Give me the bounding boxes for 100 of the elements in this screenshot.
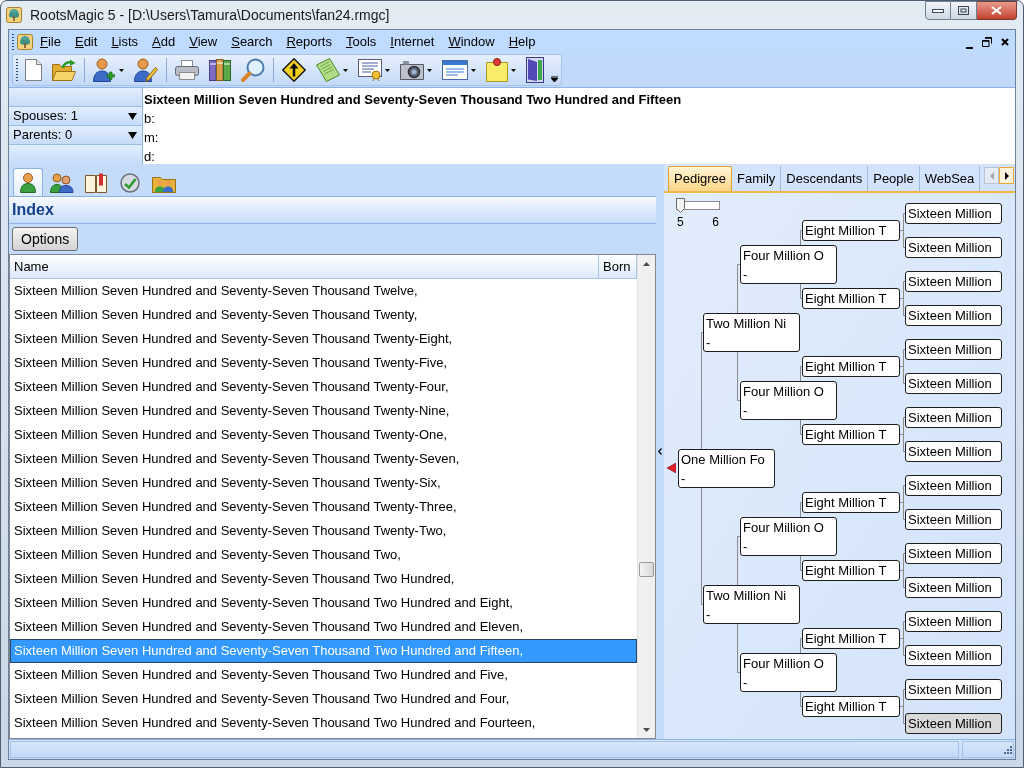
person-box[interactable]: Sixteen Million [905,509,1002,530]
tree-icon [6,7,22,23]
person-box[interactable]: Four Million O - [740,381,837,420]
person-box[interactable]: Sixteen Million [905,577,1002,598]
tab-scroll-button[interactable] [999,167,1014,184]
overflow-icon [550,76,558,82]
person-box[interactable]: Two Million Ni - [703,585,800,624]
caret-icon [128,112,137,120]
door-icon [526,57,544,83]
vertical-scrollbar[interactable] [637,255,655,738]
menu-item[interactable]: Edit [67,31,105,52]
connector-line [899,689,906,724]
connector-line [899,621,906,656]
printer-icon [175,60,199,80]
view-tab[interactable]: Pedigree [668,166,733,191]
connector-line [899,213,906,248]
close-icon [991,6,1002,15]
person-box[interactable]: One Million Fo - [678,449,775,488]
person-box[interactable]: Four Million O - [740,517,837,556]
person-box[interactable]: Four Million O - [740,245,837,284]
person-box[interactable]: Eight Million T [802,288,900,309]
person-pencil-icon [134,58,158,82]
person-box[interactable]: Eight Million T [802,220,900,241]
person-box[interactable]: Two Million Ni - [703,313,800,352]
check-circle-icon [120,172,140,193]
person-box[interactable]: Sixteen Million [905,679,1002,700]
person-box[interactable]: Sixteen Million [905,373,1002,394]
connector-line [899,349,906,384]
tree-icon [17,33,33,50]
zoom-slider-track[interactable] [676,201,720,210]
menu-item[interactable]: Add [145,31,183,52]
menu-item[interactable]: Lists [104,31,146,52]
options-button[interactable]: Options [12,227,79,251]
camera-icon [400,60,424,80]
resize-grip-icon [1002,746,1012,756]
person-box[interactable]: Sixteen Million [905,713,1002,734]
person-box[interactable]: Four Million O - [740,653,837,692]
left-arrow-icon[interactable] [667,463,676,473]
caret-icon [511,68,516,72]
minimize-icon [932,8,944,13]
panel-title: Index [12,200,54,220]
person-box[interactable]: Sixteen Million [905,611,1002,632]
menu-item[interactable]: Help [501,31,543,52]
marriage-label: m: [144,129,159,147]
person-box[interactable]: Sixteen Million [905,475,1002,496]
person-box[interactable]: Sixteen Million [905,407,1002,428]
certificate-icon [358,59,382,81]
menu-item[interactable]: Reports [279,31,339,52]
view-tab[interactable]: Family [732,166,782,191]
person-box[interactable]: Sixteen Million [905,441,1002,462]
person-box[interactable]: Eight Million T [802,492,900,513]
person-box[interactable]: Eight Million T [802,424,900,445]
mdi-restore-button[interactable] [981,34,993,49]
menu-item[interactable]: Tools [338,31,384,52]
menu-item[interactable]: Window [441,31,502,52]
slider-thumb[interactable] [676,198,685,213]
column-header[interactable]: Born [599,255,637,279]
person-box[interactable]: Eight Million T [802,560,900,581]
person-box[interactable]: Sixteen Million [905,203,1002,224]
connector-line [899,553,906,588]
close-button[interactable] [977,1,1017,20]
person-box[interactable]: Sixteen Million [905,543,1002,564]
person-box[interactable]: Sixteen Million [905,271,1002,292]
books-icon [209,59,231,81]
view-tab[interactable]: WebSea [919,166,981,191]
person-box[interactable]: Eight Million T [802,356,900,377]
menu-item[interactable]: Search [224,31,280,52]
slider-max-label: 6 [712,216,719,229]
menu-item[interactable]: File [33,31,68,52]
caret-icon [128,131,137,139]
left-triangle-icon [989,171,994,180]
menu-item[interactable]: View [182,31,225,52]
person-box[interactable]: Eight Million T [802,696,900,717]
book-icon [85,172,107,193]
view-tab[interactable]: Descendants [781,166,869,191]
person-name: Sixteen Million Seven Hundred and Seventy-Seven Thousand Two Hundred and Fifteen [144,91,682,109]
connector-line [899,485,906,520]
view-tab[interactable] [13,168,43,196]
connector-line [899,281,906,316]
view-tab[interactable]: People [868,166,920,191]
person-box[interactable]: Sixteen Million [905,645,1002,666]
folder-icon [52,59,76,81]
person-box[interactable]: Sixteen Million [905,237,1002,258]
scroll-thumb[interactable] [639,562,654,577]
maximize-icon [958,6,969,15]
birth-label: b: [144,110,155,128]
column-header[interactable]: Name [10,255,599,279]
person-box[interactable]: Sixteen Million [905,305,1002,326]
person-box[interactable]: Eight Million T [802,628,900,649]
form-icon [442,60,468,80]
minimize-button[interactable] [925,1,951,20]
person-box[interactable]: Sixteen Million [905,339,1002,360]
maximize-button[interactable] [951,1,977,20]
parents-dropdown[interactable]: Parents: 0 [9,126,142,145]
up-arrow-icon [643,261,650,266]
menu-item[interactable]: Internet [383,31,442,52]
caret-icon [471,68,476,72]
person-plus-icon [93,58,116,82]
spouses-dropdown[interactable]: Spouses: 1 [9,107,142,126]
window-title: RootsMagic 5 - [D:\Users\Tamura\Documents\fan24.rmgc] [30,6,390,24]
